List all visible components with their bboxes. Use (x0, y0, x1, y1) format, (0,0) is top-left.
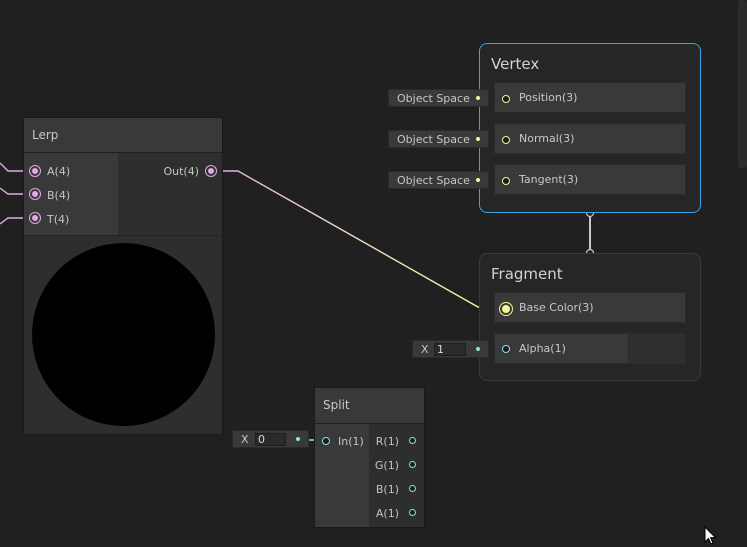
fragment-context[interactable]: Fragment Base Color(3) Alpha(1) (479, 253, 701, 381)
split-input-label: In(1) (338, 435, 364, 448)
normal-space-label: Object Space (397, 133, 470, 146)
position-space-dot (476, 96, 480, 100)
split-input-value[interactable]: 0 (255, 433, 286, 446)
split-input-axis: X (241, 433, 249, 446)
vertex-slot-normal-label: Normal(3) (519, 132, 575, 145)
vertex-slot-position[interactable]: Position(3) (494, 82, 686, 113)
tangent-space-label: Object Space (397, 174, 470, 187)
fragment-alpha-port[interactable] (502, 345, 510, 353)
normal-space-dropdown[interactable]: Object Space (388, 130, 489, 148)
fragment-title: Fragment (491, 265, 563, 283)
lerp-port-out[interactable] (208, 168, 214, 174)
fragment-base-color-port[interactable] (502, 305, 510, 313)
tangent-space-dropdown[interactable]: Object Space (388, 171, 489, 189)
vertex-slot-tangent[interactable]: Tangent(3) (494, 164, 686, 195)
split-port-b[interactable] (409, 485, 416, 492)
split-output-g-label: G(1) (374, 459, 399, 472)
vertex-slot-tangent-label: Tangent(3) (519, 173, 579, 186)
lerp-ports-divider (24, 235, 222, 236)
split-output-a-label: A(1) (375, 507, 399, 520)
position-space-label: Object Space (397, 92, 470, 105)
split-in-port[interactable] (322, 437, 330, 445)
split-port-g[interactable] (409, 461, 416, 468)
lerp-input-a-label: A(4) (47, 165, 71, 178)
vertex-tangent-port[interactable] (502, 177, 510, 185)
alpha-slot-extra (629, 334, 685, 363)
split-input-dot (296, 437, 300, 441)
mouse-cursor-icon (704, 526, 717, 545)
split-node-title: Split (323, 398, 350, 412)
fragment-slot-base-color[interactable]: Base Color(3) (494, 292, 686, 323)
lerp-input-b-label: B(4) (47, 189, 71, 202)
normal-space-dot (476, 137, 480, 141)
lerp-output-label: Out(4) (163, 165, 199, 178)
fragment-base-color-label: Base Color(3) (519, 301, 594, 314)
tangent-space-dot (476, 178, 480, 182)
vertex-title: Vertex (491, 55, 540, 73)
vertex-slot-position-label: Position(3) (519, 91, 578, 104)
split-node[interactable]: Split In(1) R(1) G(1) B(1) A(1) (314, 387, 425, 528)
position-space-dropdown[interactable]: Object Space (388, 89, 489, 107)
graph-scrollbar[interactable] (738, 0, 747, 168)
alpha-input-dot (476, 347, 480, 351)
alpha-input-axis: X (421, 343, 429, 356)
split-output-b-label: B(1) (375, 483, 399, 496)
lerp-port-a[interactable] (32, 168, 38, 174)
vertex-slot-normal[interactable]: Normal(3) (494, 123, 686, 154)
wire-lerp-out-to-base-color (214, 170, 500, 308)
lerp-port-b[interactable] (32, 191, 38, 197)
vertex-position-port[interactable] (502, 95, 510, 103)
lerp-node-header[interactable]: Lerp (24, 118, 222, 153)
fragment-alpha-label: Alpha(1) (519, 342, 566, 355)
vertex-normal-port[interactable] (502, 136, 510, 144)
lerp-preview-sphere (32, 243, 215, 426)
split-port-r[interactable] (409, 437, 416, 444)
lerp-inputs-area (24, 153, 118, 235)
split-node-header[interactable]: Split (315, 388, 424, 424)
split-port-a[interactable] (409, 509, 416, 516)
split-output-r-label: R(1) (375, 435, 399, 448)
lerp-node-title: Lerp (32, 128, 59, 142)
fragment-slot-alpha[interactable]: Alpha(1) (494, 333, 686, 364)
vertex-context[interactable]: Vertex Position(3) Normal(3) Tangent(3) (479, 43, 701, 213)
lerp-node[interactable]: Lerp A(4) B(4) T(4) Out(4) (23, 117, 223, 435)
lerp-port-t[interactable] (32, 215, 38, 221)
alpha-input-value[interactable]: 1 (434, 343, 466, 356)
lerp-input-t-label: T(4) (47, 213, 70, 226)
